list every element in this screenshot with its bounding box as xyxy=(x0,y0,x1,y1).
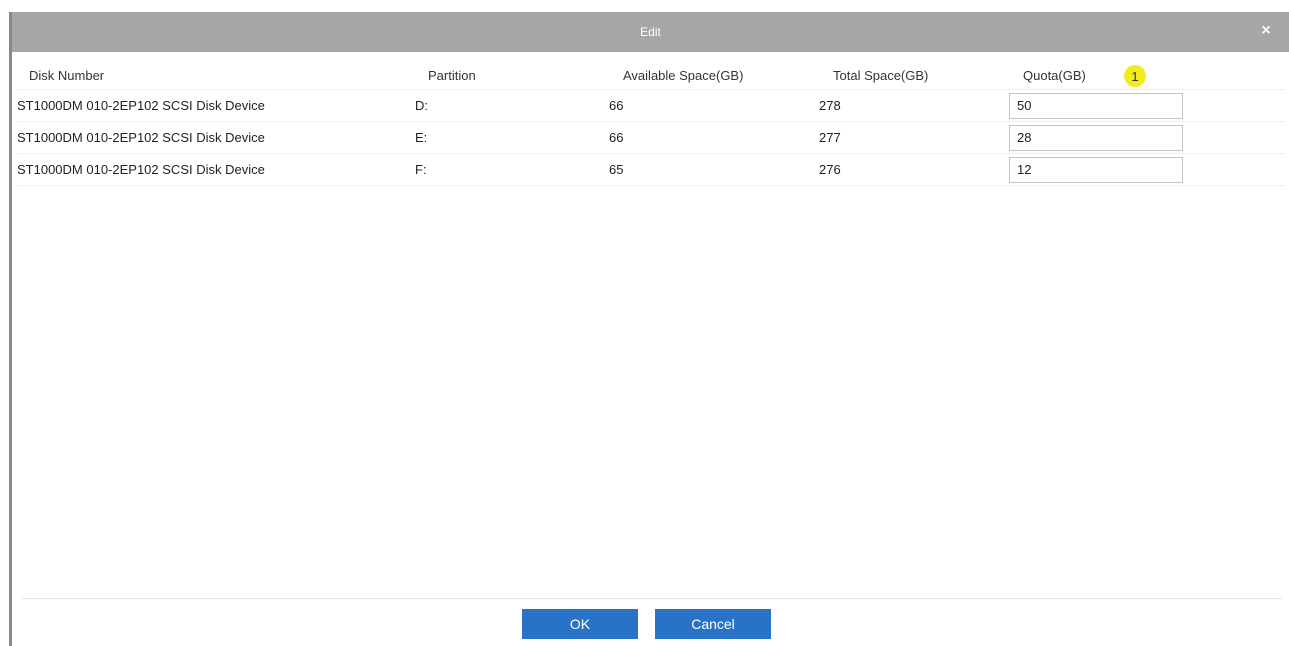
edit-dialog: Edit × Disk Number Partition Available S… xyxy=(9,12,1289,646)
table-row: ST1000DM 010-2EP102 SCSI Disk Device F: … xyxy=(17,154,1285,186)
title-bar: Edit × xyxy=(12,12,1289,52)
quota-input[interactable] xyxy=(1009,124,1183,151)
table-header: Disk Number Partition Available Space(GB… xyxy=(17,62,1285,90)
table-row: ST1000DM 010-2EP102 SCSI Disk Device E: … xyxy=(17,122,1285,154)
partition-cell: E: xyxy=(415,130,428,145)
dialog-title: Edit xyxy=(640,25,661,39)
disk-number-cell: ST1000DM 010-2EP102 SCSI Disk Device xyxy=(17,162,265,177)
header-available-space: Available Space(GB) xyxy=(623,68,744,83)
quota-cell xyxy=(1009,90,1183,121)
available-space-cell: 65 xyxy=(609,162,624,177)
disk-number-cell: ST1000DM 010-2EP102 SCSI Disk Device xyxy=(17,98,265,113)
annotation-badge: 1 xyxy=(1124,65,1146,87)
total-space-cell: 277 xyxy=(819,130,841,145)
cancel-button[interactable]: Cancel xyxy=(655,609,771,639)
header-quota: Quota(GB) xyxy=(1023,68,1086,83)
available-space-cell: 66 xyxy=(609,98,624,113)
quota-cell xyxy=(1009,122,1183,153)
quota-input[interactable] xyxy=(1009,92,1183,119)
ok-button[interactable]: OK xyxy=(522,609,638,639)
table-row: ST1000DM 010-2EP102 SCSI Disk Device D: … xyxy=(17,90,1285,122)
partition-cell: F: xyxy=(415,162,427,177)
available-space-cell: 66 xyxy=(609,130,624,145)
disk-table: Disk Number Partition Available Space(GB… xyxy=(17,62,1285,186)
quota-cell xyxy=(1009,154,1183,185)
partition-cell: D: xyxy=(415,98,428,113)
header-disk-number: Disk Number xyxy=(29,68,105,83)
header-total-space: Total Space(GB) xyxy=(833,68,929,83)
total-space-cell: 278 xyxy=(819,98,841,113)
disk-number-cell: ST1000DM 010-2EP102 SCSI Disk Device xyxy=(17,130,265,145)
quota-input[interactable] xyxy=(1009,156,1183,183)
total-space-cell: 276 xyxy=(819,162,841,177)
header-partition: Partition xyxy=(428,68,476,83)
close-icon[interactable]: × xyxy=(1257,22,1275,40)
footer-divider xyxy=(22,598,1282,599)
